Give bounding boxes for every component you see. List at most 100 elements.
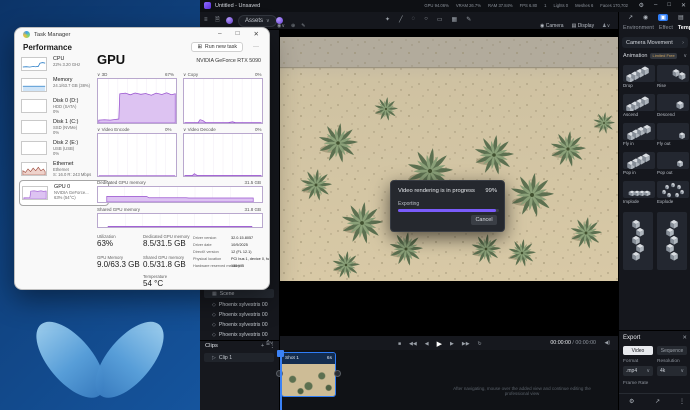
scene-tree-item[interactable]: ◇Phoenix sylvestris 00 bbox=[204, 300, 274, 309]
camera-movement-section[interactable]: Camera Movement › bbox=[622, 37, 688, 48]
next-icon[interactable]: ▶▶ bbox=[462, 341, 470, 347]
prev-icon[interactable]: ◀◀ bbox=[409, 341, 417, 347]
export-icon[interactable]: ↗ bbox=[655, 398, 660, 405]
run-new-task-button[interactable]: ⊞ Run new task bbox=[191, 42, 243, 52]
clip-item[interactable]: ▷ Clip 1 bbox=[204, 353, 274, 362]
memory-sparkline bbox=[21, 78, 47, 92]
timeline-track[interactable]: After navigating, mouse over the added v… bbox=[280, 350, 618, 410]
preset-rise[interactable]: Rise bbox=[657, 65, 689, 88]
grid-tool-icon[interactable]: ▦ bbox=[452, 16, 458, 23]
tab-environment[interactable]: Environment bbox=[623, 25, 654, 31]
close-button[interactable]: ✕ bbox=[681, 2, 686, 9]
share-icon[interactable]: ↗ bbox=[628, 14, 633, 21]
export-close-icon[interactable]: ✕ bbox=[682, 335, 687, 341]
clips-header: Clips + ⋮ bbox=[205, 343, 275, 349]
assets-dropdown[interactable]: Assets ∨ bbox=[238, 15, 277, 27]
stat-temperature: Temperature 54 °C bbox=[143, 274, 167, 288]
brush-tool-icon[interactable]: ✎ bbox=[466, 16, 471, 23]
playhead-line[interactable] bbox=[280, 350, 282, 410]
snapshot-icon[interactable]: ◉ bbox=[643, 14, 648, 21]
tab-effect[interactable]: Effect bbox=[659, 25, 673, 31]
sidebar-item-gpu0[interactable]: GPU 0NVIDIA GeForce...63% (54°C) bbox=[19, 180, 109, 206]
preset-descend[interactable]: Descend bbox=[657, 94, 689, 117]
sidebar-item-disk0[interactable]: Disk 0 (D:)HDD (SATA)0% bbox=[21, 98, 107, 118]
more-options-icon[interactable]: ··· bbox=[253, 44, 259, 50]
shared-memory-max: 31.8 GB bbox=[244, 207, 261, 212]
maximize-button[interactable]: □ bbox=[667, 2, 671, 9]
timecode: 00:00:00 / 00:00:00 bbox=[550, 340, 596, 346]
light-tool-icon[interactable]: ✦ bbox=[385, 16, 390, 23]
sidebar-item-disk2[interactable]: Disk 2 (E:)USB (USB)0% bbox=[21, 140, 107, 160]
preset-pop-in[interactable]: Pop in bbox=[623, 152, 655, 175]
stat-utilization: Utilization 63% bbox=[97, 234, 116, 248]
settings-icon[interactable]: ⚙ bbox=[639, 2, 644, 9]
stop-icon[interactable]: ■ bbox=[398, 341, 401, 347]
render-progress-dialog: Video rendering is in progress 99% Expor… bbox=[390, 180, 505, 232]
add-shot-icon[interactable]: ⎙∨ bbox=[266, 340, 273, 346]
dialog-title: Video rendering is in progress bbox=[398, 188, 475, 194]
export-tab-video[interactable]: Video bbox=[623, 346, 653, 355]
close-button[interactable]: ✕ bbox=[254, 30, 259, 38]
minimize-button[interactable]: – bbox=[218, 30, 222, 38]
trim-handle-right[interactable] bbox=[334, 370, 341, 377]
settings-icon[interactable]: ⚙ bbox=[629, 398, 634, 405]
preset-fly-in[interactable]: Fly in bbox=[623, 123, 655, 146]
dedicated-memory-label: Dedicated GPU memory bbox=[97, 180, 146, 185]
cube-mode-button[interactable]: ▣ bbox=[658, 14, 668, 21]
cpu-sparkline bbox=[21, 57, 47, 71]
avatar-icon[interactable]: ◉∨ bbox=[277, 23, 285, 29]
preset-fly-out[interactable]: Fly out bbox=[657, 123, 689, 146]
preset-drop[interactable]: Drop bbox=[623, 65, 655, 88]
preset-implode[interactable]: Implode bbox=[623, 181, 655, 204]
scene-tree-item[interactable]: ◇Phoenix sylvestris 00 bbox=[204, 320, 274, 329]
preset-thumbnail[interactable] bbox=[657, 212, 687, 270]
step-forward-icon[interactable]: ▶ bbox=[450, 341, 454, 347]
line-tool-icon[interactable]: ╱ bbox=[399, 16, 403, 23]
app-title: Untitled - Unsaved bbox=[215, 3, 260, 9]
ai-orb-icon[interactable] bbox=[226, 17, 233, 24]
loop-icon[interactable]: ↻ bbox=[478, 341, 482, 347]
gizmo-icon[interactable]: ⊕ bbox=[291, 23, 295, 29]
sidebar-item-memory[interactable]: Memory24.1/63.7 GB (38%) bbox=[21, 77, 107, 97]
scene-tree-item[interactable]: ◇Phoenix sylvestris 00 bbox=[204, 310, 274, 319]
tm-window-controls: – □ ✕ bbox=[218, 30, 259, 38]
dialog-status: Exporting bbox=[398, 201, 419, 207]
volume-icon[interactable]: ◀) bbox=[604, 340, 610, 346]
step-back-icon[interactable]: ◀ bbox=[425, 341, 429, 347]
camera-button[interactable]: ◉ Camera bbox=[540, 23, 564, 29]
format-select[interactable]: .mp4∨ bbox=[623, 366, 653, 376]
add-clip-icon[interactable]: + bbox=[261, 343, 264, 349]
preset-explode[interactable]: Explode bbox=[657, 181, 689, 204]
shot-clip[interactable]: Shot 1 6s bbox=[281, 352, 336, 397]
minimize-button[interactable]: – bbox=[654, 2, 657, 9]
more-icon[interactable]: ⋮ bbox=[679, 398, 685, 405]
mesh-icon: ◇ bbox=[212, 332, 216, 338]
play-button[interactable]: ▶ bbox=[437, 340, 442, 348]
export-tab-sequence[interactable]: Sequence bbox=[657, 346, 687, 355]
sidebar-item-cpu[interactable]: CPU22% 3.20 GHz bbox=[21, 56, 107, 76]
animation-row[interactable]: Animation Limited Free ∨ bbox=[623, 53, 687, 59]
display-button[interactable]: ▤ Display bbox=[572, 23, 595, 29]
stat-gpu-memory: GPU Memory 9.0/63.3 GB bbox=[97, 255, 140, 269]
preset-thumbnail[interactable] bbox=[623, 212, 653, 270]
cancel-button[interactable]: Cancel bbox=[471, 215, 497, 225]
preset-pop-out[interactable]: Pop out bbox=[657, 152, 689, 175]
sidebar-item-ethernet[interactable]: EthernetEthernetS: 16.0 R: 243 Mbps bbox=[21, 161, 107, 181]
menu-icon[interactable]: ≡ bbox=[204, 17, 208, 23]
scene-icon: ▦ bbox=[212, 291, 217, 297]
view-options-icon[interactable]: ♟∨ bbox=[602, 23, 610, 29]
file-icon[interactable]: 🗎 bbox=[215, 17, 220, 23]
scene-item[interactable]: ▦ Scene bbox=[204, 289, 274, 298]
preset-ascend[interactable]: Ascend bbox=[623, 94, 655, 117]
maximize-button[interactable]: □ bbox=[236, 30, 240, 38]
scene-tree-item[interactable]: ◇Phoenix sylvestris 00 bbox=[204, 330, 274, 339]
timeline-header: ⎙∨ ■ ◀◀ ◀ ▶ ▶ ▶▶ ↻ 00:00:00 / 00:00:00 ◀… bbox=[280, 335, 618, 350]
monitor-icon[interactable]: ▤ bbox=[678, 14, 684, 21]
folder-tool-icon[interactable]: ▭ bbox=[437, 16, 443, 23]
resolution-select[interactable]: 4k∨ bbox=[657, 366, 687, 376]
sidebar-item-disk1[interactable]: Disk 1 (C:)SSD (NVMe)0% bbox=[21, 119, 107, 139]
lasso-tool-icon[interactable]: ◌ bbox=[412, 16, 416, 23]
tab-template[interactable]: Template bbox=[678, 25, 690, 31]
ellipse-tool-icon[interactable]: ○ bbox=[424, 16, 428, 23]
pen-icon[interactable]: ✎ bbox=[301, 23, 305, 29]
